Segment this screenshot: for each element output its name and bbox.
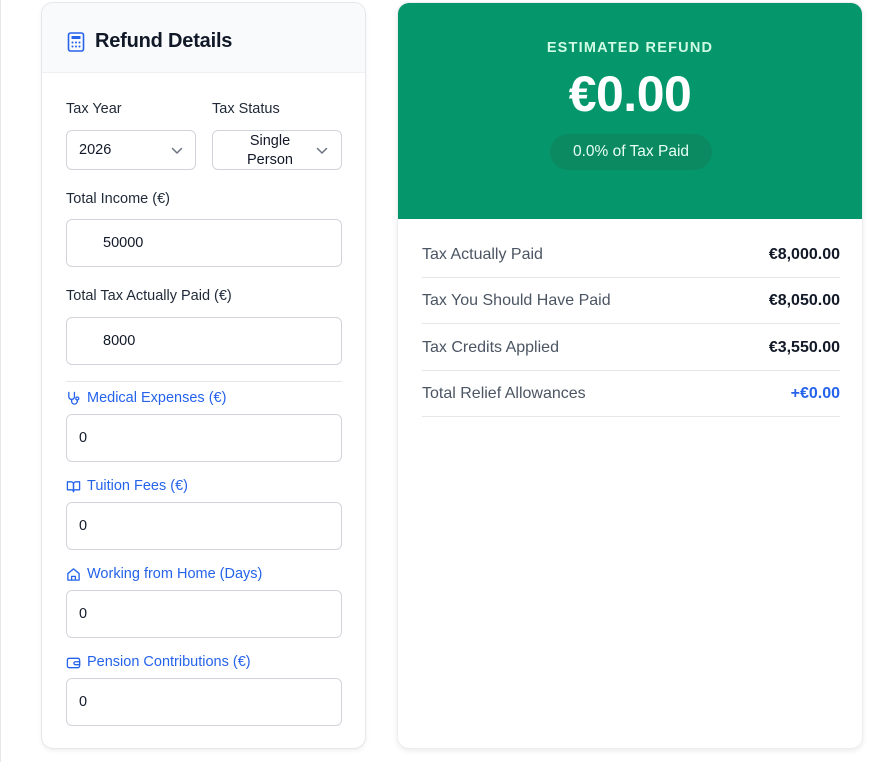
tax-status-line2: Person bbox=[247, 152, 293, 168]
section-divider bbox=[66, 381, 342, 382]
total-income-input[interactable]: 50000 bbox=[66, 219, 342, 267]
total-income-label: Total Income (€) bbox=[66, 191, 170, 207]
summary-row-relief-allowances: Total Relief Allowances +€0.00 bbox=[422, 371, 840, 417]
medical-expenses-value: 0 bbox=[79, 430, 88, 446]
summary-label: Tax Credits Applied bbox=[422, 339, 559, 356]
summary-label: Tax Actually Paid bbox=[422, 246, 543, 263]
chevron-down-icon bbox=[171, 147, 183, 154]
refund-hero: ESTIMATED REFUND €0.00 0.0% of Tax Paid bbox=[398, 3, 862, 219]
wallet-icon bbox=[66, 657, 81, 668]
pension-text: Pension Contributions (€) bbox=[87, 654, 251, 670]
summary-row-should-have-paid: Tax You Should Have Paid €8,050.00 bbox=[422, 278, 840, 324]
refund-amount: €0.00 bbox=[568, 66, 692, 122]
tax-year-select[interactable]: 2026 bbox=[66, 130, 196, 170]
tax-paid-input[interactable]: 8000 bbox=[66, 317, 342, 365]
wfh-input[interactable]: 0 bbox=[66, 590, 342, 638]
page-edge bbox=[0, 0, 1, 762]
tax-status-label: Tax Status bbox=[212, 101, 280, 117]
tax-status-line1: Single bbox=[249, 133, 291, 149]
summary-value: €3,550.00 bbox=[768, 339, 840, 356]
medical-expenses-input[interactable]: 0 bbox=[66, 414, 342, 462]
card-header: Refund Details bbox=[42, 3, 365, 73]
wfh-label: Working from Home (Days) bbox=[66, 566, 262, 582]
summary-row-tax-paid: Tax Actually Paid €8,000.00 bbox=[422, 232, 840, 278]
pension-value: 0 bbox=[79, 694, 88, 710]
tuition-fees-label: Tuition Fees (€) bbox=[66, 478, 188, 494]
summary-value: +€0.00 bbox=[790, 385, 840, 402]
tax-paid-value: 8000 bbox=[103, 333, 136, 349]
card-title: Refund Details bbox=[95, 30, 233, 52]
medical-expenses-label: Medical Expenses (€) bbox=[66, 390, 226, 406]
summary-row-tax-credits: Tax Credits Applied €3,550.00 bbox=[422, 325, 840, 371]
estimated-refund-heading: ESTIMATED REFUND bbox=[546, 40, 714, 56]
summary-value: €8,000.00 bbox=[768, 246, 840, 263]
chevron-down-icon bbox=[316, 147, 328, 154]
tax-paid-label: Total Tax Actually Paid (€) bbox=[66, 288, 232, 304]
summary-label: Total Relief Allowances bbox=[422, 385, 586, 402]
calculator-icon bbox=[67, 32, 85, 52]
tuition-fees-text: Tuition Fees (€) bbox=[87, 478, 188, 494]
pension-label: Pension Contributions (€) bbox=[66, 654, 251, 670]
refund-result-card: ESTIMATED REFUND €0.00 0.0% of Tax Paid … bbox=[397, 2, 863, 749]
tax-status-value: Single Person bbox=[213, 132, 327, 170]
tax-status-select[interactable]: Single Person bbox=[212, 130, 342, 170]
tax-year-label: Tax Year bbox=[66, 101, 122, 117]
wfh-text: Working from Home (Days) bbox=[87, 566, 263, 582]
pension-input[interactable]: 0 bbox=[66, 678, 342, 726]
book-open-icon bbox=[66, 480, 81, 492]
tuition-fees-input[interactable]: 0 bbox=[66, 502, 342, 550]
total-income-value: 50000 bbox=[103, 235, 144, 251]
home-icon bbox=[67, 567, 80, 581]
tax-year-value: 2026 bbox=[79, 142, 112, 158]
refund-details-card: Refund Details Tax Year Tax Status 2026 … bbox=[41, 2, 366, 749]
summary-value: €8,050.00 bbox=[768, 292, 840, 309]
tuition-fees-value: 0 bbox=[79, 518, 88, 534]
medical-expenses-text: Medical Expenses (€) bbox=[87, 390, 227, 406]
wfh-value: 0 bbox=[79, 606, 88, 622]
summary-label: Tax You Should Have Paid bbox=[422, 292, 611, 309]
refund-percent-badge: 0.0% of Tax Paid bbox=[550, 134, 712, 170]
stethoscope-icon bbox=[68, 391, 80, 405]
